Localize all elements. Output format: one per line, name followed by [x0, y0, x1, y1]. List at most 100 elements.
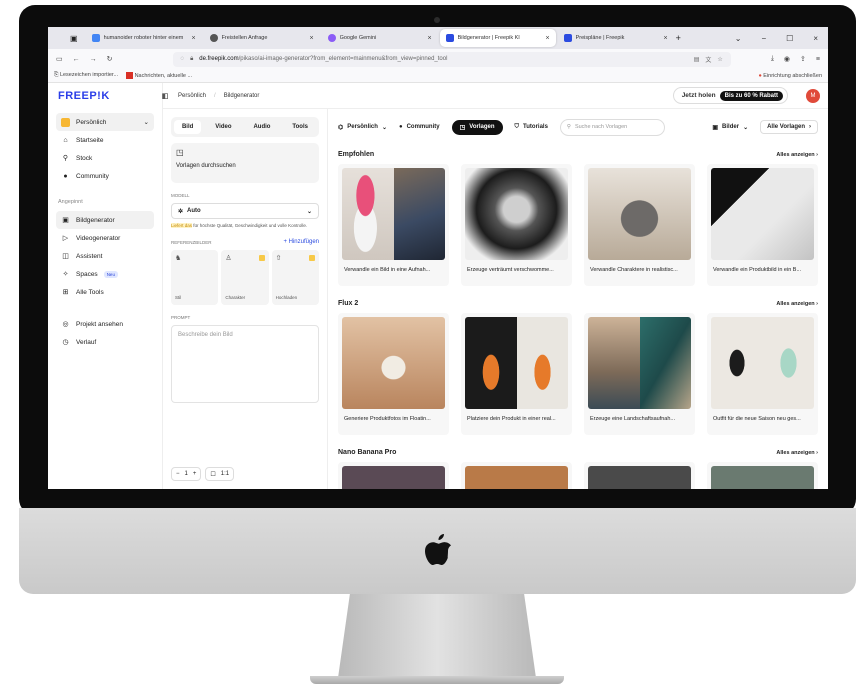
sidebar-item-stock[interactable]: ⚲ Stock — [56, 149, 154, 167]
window-controls: ⌄ − ☐ × — [735, 34, 828, 43]
reload-icon[interactable]: ↻ — [107, 55, 113, 63]
back-icon[interactable]: ← — [73, 56, 80, 63]
sidebar-item-startseite[interactable]: ⌂ Startseite — [56, 131, 154, 149]
close-window-icon[interactable]: × — [813, 34, 818, 43]
browser-tab[interactable]: Google Gemini × — [322, 29, 438, 47]
section-header: Flux 2 Alles anzeigen › — [338, 300, 818, 307]
prompt-input[interactable]: Beschreibe dein Bild — [171, 325, 319, 403]
pinned-heading: Angepinnt — [58, 199, 83, 205]
reader-icon[interactable]: ▤ — [694, 56, 700, 63]
templates-button[interactable]: ◳ Vorlagen durchsuchen — [171, 143, 319, 183]
maximize-icon[interactable]: ☐ — [786, 34, 793, 43]
star-icon[interactable]: ☆ — [717, 56, 722, 63]
see-all-link[interactable]: Alles anzeigen › — [776, 152, 818, 158]
close-icon[interactable]: × — [663, 35, 667, 42]
upload-icon: ⇧ — [275, 255, 282, 262]
all-templates-button[interactable]: Alle Vorlagen › — [760, 120, 818, 134]
type-filter[interactable]: ▣ Bilder ⌄ — [712, 124, 748, 131]
tab-list-icon[interactable]: ▣ — [70, 34, 78, 43]
sidebar-toggle-icon[interactable]: ▭ — [56, 55, 63, 63]
avatar[interactable]: M — [806, 88, 820, 103]
translate-icon[interactable]: 文 — [705, 55, 711, 64]
sidebar-item-videogenerator[interactable]: ▷ Videogenerator — [56, 229, 154, 247]
template-card[interactable]: Erzeuge verträumt verschwomme... — [461, 164, 572, 286]
account-icon[interactable]: ◉ — [784, 55, 790, 63]
close-icon[interactable]: × — [191, 35, 195, 42]
forward-icon[interactable]: → — [90, 56, 97, 63]
templates-filter[interactable]: ◳ Vorlagen — [451, 119, 503, 135]
close-icon[interactable]: × — [545, 35, 549, 42]
community-filter[interactable]: ● Community — [399, 124, 440, 130]
browser-tab[interactable]: Preispläne | Freepik × — [558, 29, 674, 47]
gemini-icon — [327, 34, 336, 42]
template-card[interactable]: Verwandle ein Bild in eine Aufnah... — [338, 164, 449, 286]
folder-icon — [61, 117, 70, 127]
template-card[interactable]: Verwandle Charaktere in realistisc... — [584, 164, 695, 286]
discount-badge: Bis zu 60 % Rabatt — [719, 90, 783, 101]
template-card[interactable] — [461, 462, 572, 489]
bookmark-import[interactable]: ⎘ Lesezeichen importier... — [54, 72, 118, 79]
tab-bild[interactable]: Bild — [173, 120, 202, 134]
template-card[interactable]: Generiere Produktfotos im Floatin... — [338, 313, 449, 435]
close-icon[interactable]: × — [427, 35, 431, 42]
upgrade-button[interactable]: Jetzt holen Bis zu 60 % Rabatt — [672, 87, 788, 104]
workspace-selector[interactable]: Persönlich ⌄ — [56, 113, 154, 131]
template-search-input[interactable]: ⚲ Suche nach Vorlagen — [559, 118, 665, 136]
template-card[interactable] — [707, 462, 818, 489]
shield-icon: ◌ — [180, 56, 185, 62]
browser-tab[interactable]: Freistellen Anfrage × — [204, 29, 320, 47]
bookmark-bar: ⎘ Lesezeichen importier... Nachrichten, … — [48, 69, 828, 83]
templates-gallery: ⌬ Persönlich ⌄ ● Community ◳ Vorlagen ⛉ Tutor… — [328, 109, 828, 489]
news-icon — [126, 72, 134, 79]
download-icon[interactable]: ⤓ — [771, 55, 774, 63]
sidebar-item-verlauf[interactable]: ◷ Verlauf — [56, 333, 154, 351]
browser-tab-active[interactable]: Bildgenerator | Freepik KI × — [439, 29, 556, 47]
chevron-down-icon[interactable]: ⌄ — [735, 34, 742, 43]
sidebar-item-assistent[interactable]: ◫ Assistent — [56, 247, 154, 265]
sidebar-item-community[interactable]: ● Community — [56, 167, 154, 185]
extensions-icon[interactable]: ⇪ — [800, 55, 806, 63]
card-image — [711, 168, 814, 260]
minus-icon[interactable]: − — [176, 471, 180, 477]
sidebar-item-spaces[interactable]: ✧ Spaces Neu — [56, 265, 154, 283]
reference-upload[interactable]: ⇧ Hochladen — [271, 250, 319, 305]
card-image — [342, 466, 445, 489]
minimize-icon[interactable]: − — [761, 34, 766, 43]
address-field[interactable]: ◌ 🔒︎ de.freepik.com/pikaso/ai-image-gene… — [172, 51, 731, 67]
tab-video[interactable]: Video — [207, 120, 239, 134]
close-icon[interactable]: × — [309, 35, 313, 42]
template-icon: ◳ — [176, 148, 184, 157]
see-all-link[interactable]: Alles anzeigen › — [776, 450, 818, 456]
count-stepper[interactable]: −1 + — [171, 467, 202, 481]
template-card[interactable]: Erzeuge eine Landschaftsaufnah... — [584, 313, 695, 435]
see-all-link[interactable]: Alles anzeigen › — [776, 301, 818, 307]
template-card[interactable] — [338, 462, 449, 489]
sidebar: FREEP!K ◧ Persönlich ⌄ ⌂ Startseite ⚲ Stock … — [48, 83, 168, 489]
template-card[interactable]: Platziere dein Produkt in einer real... — [461, 313, 572, 435]
tutorials-filter[interactable]: ⛉ Tutorials — [515, 124, 548, 131]
tab-audio[interactable]: Audio — [245, 120, 278, 134]
model-select[interactable]: ✲ Auto ⌄ — [171, 203, 319, 219]
aspect-ratio-button[interactable]: ☐ 1:1 — [205, 467, 235, 481]
setup-link[interactable]: ● Einrichtung abschließen — [758, 73, 822, 79]
browser-tab[interactable]: humanoider roboter hinter einem × — [86, 29, 202, 47]
menu-icon[interactable]: ≡ — [816, 56, 820, 63]
workspace-filter[interactable]: ⌬ Persönlich ⌄ — [338, 124, 387, 131]
bookmark-news[interactable]: Nachrichten, aktuelle ... — [126, 72, 192, 79]
new-tab-icon[interactable]: + — [676, 33, 681, 43]
template-card[interactable]: Verwandle ein Produktbild in ein B... — [707, 164, 818, 286]
section-header: Nano Banana Pro Alles anzeigen › — [338, 449, 818, 456]
site-icon — [209, 34, 218, 42]
add-reference-button[interactable]: + Hinzufügen — [283, 239, 319, 245]
freepik-logo[interactable]: FREEP!K — [58, 90, 110, 102]
template-card[interactable]: Outfit für die neue Saison neu ges... — [707, 313, 818, 435]
template-card[interactable] — [584, 462, 695, 489]
plus-icon[interactable]: + — [193, 471, 197, 477]
tab-tools[interactable]: Tools — [284, 120, 316, 134]
sidebar-item-bildgenerator[interactable]: ▣ Bildgenerator — [56, 211, 154, 229]
sidebar-item-projekt[interactable]: ◎ Projekt ansehen — [56, 315, 154, 333]
sidebar-item-alle-tools[interactable]: ⊞ Alle Tools — [56, 283, 154, 301]
reference-character[interactable]: ♙ Charakter — [221, 250, 269, 305]
breadcrumb-workspace[interactable]: Persönlich — [178, 93, 206, 99]
reference-style[interactable]: ♞ Stil — [171, 250, 219, 305]
